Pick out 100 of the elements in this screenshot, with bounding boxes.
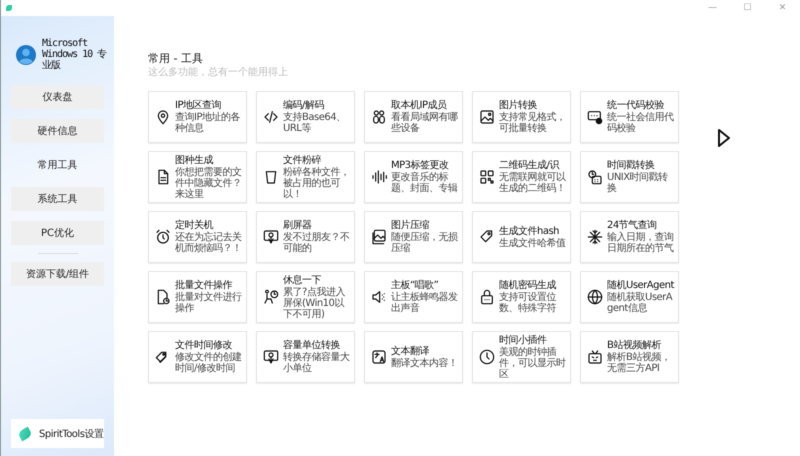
tool-card[interactable]: 随机密码生成 支持可设置位数、特殊字符 <box>472 271 571 323</box>
tool-description: 支持Base64、URL等 <box>283 112 347 134</box>
tool-description: UNIX时间戳转换 <box>607 172 669 194</box>
tool-description: 支持可设置位数、特殊字符 <box>499 292 558 314</box>
tool-title: 主板“唱歌” <box>391 280 440 292</box>
tool-card[interactable]: 生成文件hash 生成文件哈希值 <box>472 211 571 263</box>
tool-description: 累了?点我进入屏保(Win10以下不可用) <box>283 286 346 320</box>
tool-card[interactable]: 休息一下 累了?点我进入屏保(Win10以下不可用) <box>256 271 355 323</box>
tool-description: 发不过朋友？不可能的 <box>283 232 350 254</box>
people-icon <box>371 109 387 125</box>
tool-description: 更改音乐的标题、封面、专辑 <box>391 172 459 194</box>
tool-title: 24节气查询 <box>607 220 658 232</box>
tool-card[interactable]: 24节气查询 输入日期，查询日期所在的节气 <box>580 211 679 263</box>
tool-title: 图片压缩 <box>391 220 430 232</box>
tool-description: 生成文件哈希值 <box>499 238 566 248</box>
tool-card[interactable]: 主板“唱歌” 让主板蜂鸣器发出声音 <box>364 271 463 323</box>
tool-card[interactable]: B站视频解析 解析B站视频，无需三方API <box>580 331 679 383</box>
nav-item[interactable]: PC优化 <box>11 221 104 245</box>
tool-description: 支持常见格式，可批量转换 <box>499 112 566 134</box>
tool-description: 还在为忘记去关机而烦恼吗？！ <box>175 232 242 254</box>
tool-card[interactable]: MP3标签更改 更改音乐的标题、封面、专辑 <box>364 151 463 203</box>
nav-item[interactable]: 仪表盘 <box>11 85 104 109</box>
tool-card[interactable]: 文件粉碎 粉碎各种文件，被占用的也可以！ <box>256 151 355 203</box>
tool-title: 刷屏器 <box>283 220 312 232</box>
tool-title: 图片转换 <box>499 100 538 112</box>
padlock-icon <box>479 289 495 305</box>
tool-title: 统一代码校验 <box>607 100 665 112</box>
tool-card[interactable]: 批量文件操作 批量对文件进行操作 <box>148 271 247 323</box>
tool-card[interactable]: 容量单位转换 转换存储容量大小单位 <box>256 331 355 383</box>
settings-button[interactable]: SpiritTools设置 <box>11 419 104 448</box>
tool-title: 容量单位转换 <box>283 340 341 352</box>
sound-wave-icon <box>371 169 387 185</box>
tool-title: 文件时间修改 <box>175 340 233 352</box>
tool-card[interactable]: 图片压缩 随便压缩，无损压缩 <box>364 211 463 263</box>
translate-icon <box>371 349 387 365</box>
tool-title: 编码/解码 <box>283 100 325 112</box>
tool-description: 让主板蜂鸣器发出声音 <box>391 292 458 314</box>
tool-card[interactable]: 文件时间修改 修改文件的创建时间/修改时间 <box>148 331 247 383</box>
tool-title: 随机密码生成 <box>499 280 557 292</box>
tool-title: 生成文件hash <box>499 226 560 238</box>
tool-description: 输入日期，查询日期所在的节气 <box>607 232 674 254</box>
tool-card[interactable]: 图种生成 你想把需要的文件中隐藏文件？来这里 <box>148 151 247 203</box>
tool-description: 粉碎各种文件，被占用的也可以！ <box>283 166 350 200</box>
tool-card[interactable]: 取本机IP成员 看看局域网有哪些设备 <box>364 91 463 143</box>
tool-title: 时间小插件 <box>499 334 548 346</box>
tool-card[interactable]: 编码/解码 支持Base64、URL等 <box>256 91 355 143</box>
file-clock-icon <box>155 289 171 305</box>
tool-card[interactable]: 二维码生成/识 无需联网就可以生成的二维码！ <box>472 151 571 203</box>
tool-card[interactable]: 统一代码校验 统一社会信用代码校验 <box>580 91 679 143</box>
tool-description: 转换存储容量大小单位 <box>283 352 350 374</box>
app-logo-icon <box>6 5 12 11</box>
tool-card[interactable]: 文本翻译 翻译文本内容！ <box>364 331 463 383</box>
tool-description: 翻译文本内容！ <box>391 358 458 368</box>
tool-card[interactable]: 随机UserAgent 随机获取UserAgent信息 <box>580 271 679 323</box>
tv-face-icon <box>587 349 603 365</box>
map-pin-icon <box>155 109 171 125</box>
tool-title: 时间戳转换 <box>607 160 656 172</box>
nav-item[interactable]: 硬件信息 <box>11 119 104 143</box>
tool-card[interactable]: IP地区查询 查询IP地址的各种信息 <box>148 91 247 143</box>
qr-code-icon <box>479 169 495 185</box>
avatar-icon <box>16 44 36 64</box>
nav-item[interactable]: 常用工具 <box>11 153 104 177</box>
image-icon <box>479 109 495 125</box>
next-page-button[interactable] <box>717 128 731 148</box>
tool-title: 取本机IP成员 <box>391 100 448 112</box>
tool-card[interactable]: 刷屏器 发不过朋友？不可能的 <box>256 211 355 263</box>
tool-title: 文本翻译 <box>391 346 430 358</box>
clock-calendar-icon <box>587 169 603 185</box>
account-name: Microsoft Windows 10 专业版 <box>42 38 108 71</box>
page-title: 常用 - 工具 <box>148 52 204 66</box>
snowflake-icon <box>587 229 603 245</box>
code-icon <box>263 109 279 125</box>
tool-title: 文件粉碎 <box>283 154 322 166</box>
nav-item[interactable]: 资源下载/组件 <box>11 262 104 286</box>
tool-card[interactable]: 时间小插件 美观的时钟插件，可以显示时区 <box>472 331 571 383</box>
tag-icon <box>479 229 495 245</box>
speaker-icon <box>371 289 387 305</box>
clock-icon <box>479 349 495 365</box>
bin-icon <box>263 169 279 185</box>
tool-description: 美观的时钟插件，可以显示时区 <box>499 346 567 380</box>
tool-description: 统一社会信用代码校验 <box>607 112 675 134</box>
tool-title: 图种生成 <box>175 154 214 166</box>
tool-description: 查询IP地址的各种信息 <box>175 112 241 134</box>
tool-card[interactable]: 定时关机 还在为忘记去关机而烦恼吗？！ <box>148 211 247 263</box>
tool-title: IP地区查询 <box>175 100 222 112</box>
tool-title: B站视频解析 <box>607 340 662 352</box>
tool-title: 随机UserAgent <box>607 280 675 292</box>
tool-description: 看看局域网有哪些设备 <box>391 112 458 134</box>
tool-description: 批量对文件进行操作 <box>175 292 243 314</box>
image-stack-icon <box>371 229 387 245</box>
tool-description: 修改文件的创建时间/修改时间 <box>175 352 242 374</box>
tool-description: 无需联网就可以生成的二维码！ <box>499 172 567 194</box>
tool-card[interactable]: 图片转换 支持常见格式，可批量转换 <box>472 91 571 143</box>
tool-card[interactable]: 时间戳转换 UNIX时间戳转换 <box>580 151 679 203</box>
tool-description: 随机获取UserAgent信息 <box>607 292 674 314</box>
nav-item[interactable]: 系统工具 <box>11 187 104 211</box>
tool-description: 你想把需要的文件中隐藏文件？来这里 <box>175 166 242 200</box>
tool-description: 解析B站视频，无需三方API <box>607 352 672 374</box>
tool-title: 休息一下 <box>283 274 322 286</box>
tool-title: MP3标签更改 <box>391 160 450 172</box>
